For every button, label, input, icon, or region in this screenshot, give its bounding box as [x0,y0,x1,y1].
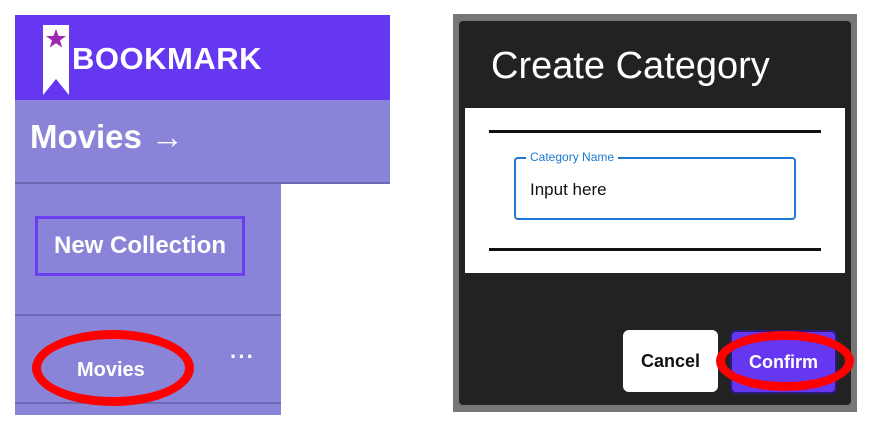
cancel-button[interactable]: Cancel [623,330,718,392]
highlight-ring [32,330,194,406]
highlight-ring [716,331,854,391]
divider [489,130,821,133]
collection-header[interactable]: Movies → [15,100,390,184]
category-name-field[interactable]: Category Name Input here [514,150,796,220]
dialog-body: Category Name Input here [465,108,845,273]
brand-bar: BOOKMARK [15,15,390,100]
divider [489,248,821,251]
sidebar: New Collection Movies ··· [15,184,281,415]
field-label: Category Name [526,150,619,164]
bookmark-star-icon [43,25,69,95]
more-options-icon[interactable]: ··· [230,344,255,370]
dialog-title: Create Category [491,45,770,87]
collection-title: Movies → [30,118,185,155]
brand-name: BOOKMARK [72,41,262,76]
sidebar-divider [15,402,281,404]
bookmark-app-panel: BOOKMARK Movies → New Collection Movies … [15,15,390,415]
sidebar-divider [15,314,281,316]
category-name-input[interactable]: Input here [530,180,607,200]
new-collection-button[interactable]: New Collection [35,216,245,276]
